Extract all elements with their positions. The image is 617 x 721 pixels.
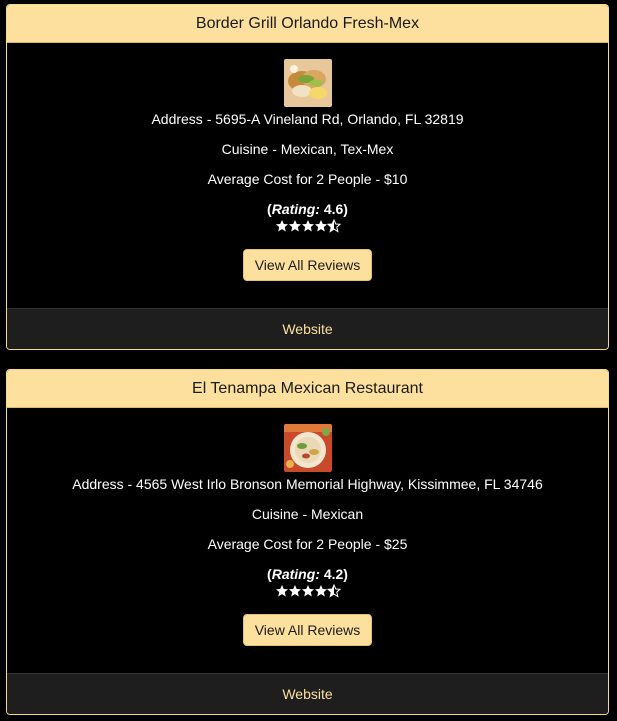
- half-star-icon: [326, 583, 341, 598]
- view-all-reviews-button[interactable]: View All Reviews: [243, 249, 372, 281]
- card-footer: Website: [7, 673, 608, 714]
- rating-stars-graphic: [275, 583, 341, 598]
- rating-text: (Rating: 4.2): [267, 566, 348, 582]
- rating-value: 4.2: [323, 566, 344, 582]
- restaurant-name: El Tenampa Mexican Restaurant: [7, 370, 608, 408]
- food-photo: [284, 424, 332, 472]
- cuisine-text: Cuisine - Mexican, Tex-Mex: [221, 141, 394, 157]
- restaurant-details: Address - 5695-A Vineland Rd, Orlando, F…: [7, 43, 608, 308]
- card-footer: Website: [7, 308, 608, 349]
- rating-value: 4.6: [323, 201, 344, 217]
- restaurant-details: Address - 4565 West Irlo Bronson Memoria…: [7, 408, 608, 673]
- website-link[interactable]: Website: [282, 686, 332, 702]
- rating-stars: [7, 218, 608, 236]
- star-icon: [301, 585, 314, 597]
- restaurant-card: El Tenampa Mexican Restaurant Address - …: [6, 369, 609, 715]
- rating-label: Rating:: [271, 201, 320, 217]
- address-text: Address - 5695-A Vineland Rd, Orlando, F…: [151, 111, 464, 127]
- star-icon: [301, 220, 314, 232]
- address-text: Address - 4565 West Irlo Bronson Memoria…: [72, 476, 543, 492]
- cuisine-text: Cuisine - Mexican: [251, 506, 364, 522]
- view-all-reviews-button[interactable]: View All Reviews: [243, 614, 372, 646]
- star-icon: [314, 220, 327, 232]
- restaurant-name: Border Grill Orlando Fresh-Mex: [7, 5, 608, 43]
- website-link[interactable]: Website: [282, 321, 332, 337]
- star-icon: [275, 585, 288, 597]
- star-icon: [288, 585, 301, 597]
- restaurant-card: Border Grill Orlando Fresh-Mex Address -…: [6, 4, 609, 350]
- rating-label: Rating:: [271, 566, 320, 582]
- rating-stars-graphic: [275, 218, 341, 233]
- rating-stars: [7, 583, 608, 601]
- star-icon: [314, 585, 327, 597]
- rating-text: (Rating: 4.6): [267, 201, 348, 217]
- cost-text: Average Cost for 2 People - $25: [207, 536, 408, 552]
- cost-text: Average Cost for 2 People - $10: [207, 171, 408, 187]
- food-photo: [284, 59, 332, 107]
- star-icon: [275, 220, 288, 232]
- star-icon: [288, 220, 301, 232]
- half-star-icon: [326, 218, 341, 233]
